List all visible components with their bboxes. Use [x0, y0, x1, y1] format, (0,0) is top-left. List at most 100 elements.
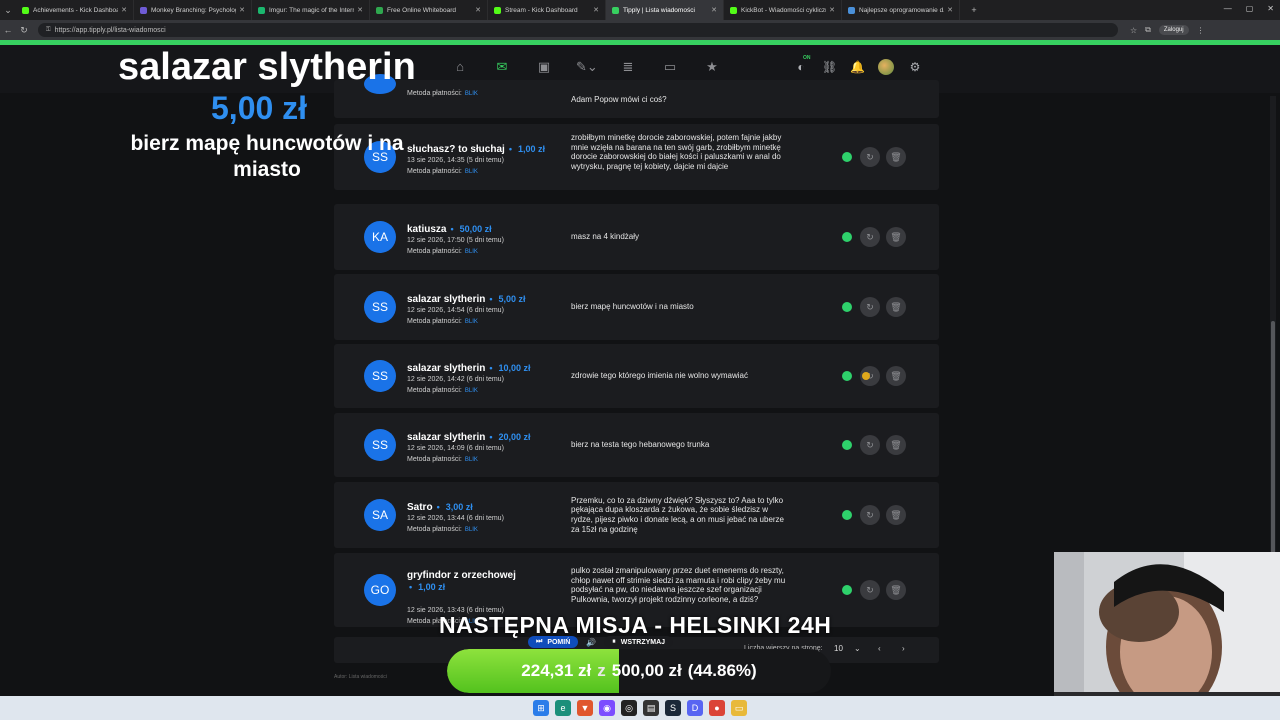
delete-button[interactable]: 🗑	[886, 580, 906, 600]
tab-close-icon[interactable]: ✕	[475, 6, 481, 14]
tab-close-icon[interactable]: ✕	[947, 6, 953, 14]
list-item: SS salazar slytherin • 10,00 zł 12 sie 2026,…	[334, 344, 939, 408]
user-avatar[interactable]	[878, 59, 894, 75]
obs-icon[interactable]: ◎	[621, 700, 637, 716]
message-text: masz na 4 kindżały	[571, 232, 640, 242]
browser-tab[interactable]: Monkey Branching: Psychologia Z...✕	[134, 0, 252, 20]
trash-icon: 🗑	[890, 301, 902, 312]
minimize-icon[interactable]: —	[1224, 4, 1232, 13]
replay-button[interactable]: ↻	[860, 297, 880, 317]
pause-button[interactable]: ⏸ WSTRZYMAJ	[604, 636, 674, 648]
tab-favicon-icon	[730, 6, 737, 14]
message-text: zdrowie tego którego imienia nie wolno w…	[571, 371, 748, 381]
wallet-icon[interactable]: ▣	[534, 59, 554, 75]
bookmark-star-icon[interactable]: ☆	[1130, 26, 1137, 35]
status-indicator	[842, 232, 852, 242]
messages-icon[interactable]: ✉	[492, 59, 512, 75]
goal-percent: (44.86%)	[687, 661, 757, 680]
delete-button[interactable]: 🗑	[886, 366, 906, 386]
next-page-icon[interactable]: ›	[902, 644, 905, 653]
reload-icon[interactable]: ↻	[16, 25, 32, 36]
tab-close-icon[interactable]: ✕	[121, 6, 127, 14]
tab-close-icon[interactable]: ✕	[593, 6, 599, 14]
tab-favicon-icon	[258, 6, 265, 14]
theme-toggle-icon[interactable]: ◐ ON	[794, 55, 810, 74]
trash-icon: 🗑	[890, 370, 902, 381]
donor-name: salazar slytherin • 20,00 zł	[407, 432, 531, 443]
message-text: Przemku, co to za dziwny dźwięk? Słyszys…	[571, 495, 785, 534]
volume-icon[interactable]: 🔊	[582, 638, 600, 647]
site-info-icon[interactable]: ⚿	[46, 27, 51, 34]
edge-icon[interactable]: e	[555, 700, 571, 716]
tab-close-icon[interactable]: ✕	[829, 6, 835, 14]
terminal-icon[interactable]: ▤	[643, 700, 659, 716]
brave-icon[interactable]: ▼	[577, 700, 593, 716]
list-item: SS salazar slytherin • 20,00 zł 12 sie 2026,…	[334, 413, 939, 477]
webcam-image	[1054, 552, 1280, 720]
status-indicator	[842, 302, 852, 312]
browser-tab[interactable]: KickBot - Wiadomości cykliczne ✕	[724, 0, 842, 20]
prev-page-icon[interactable]: ‹	[878, 644, 881, 653]
delete-button[interactable]: 🗑	[886, 297, 906, 317]
edit-menu-icon[interactable]: ✎⌄	[576, 59, 598, 75]
gear-icon[interactable]: ⚙	[908, 60, 922, 74]
close-window-icon[interactable]: ✕	[1267, 4, 1274, 13]
delete-button[interactable]: 🗑	[886, 505, 906, 525]
window-icon[interactable]: ▭	[660, 59, 680, 75]
goal-separator: z	[597, 661, 606, 680]
chrome-icon[interactable]: ●	[709, 700, 725, 716]
browser-tab[interactable]: Free Online Whiteboard ✕	[370, 0, 488, 20]
browser-tab[interactable]: Stream - Kick Dashboard ✕	[488, 0, 606, 20]
browser-menu-icon[interactable]: ⋮	[1197, 26, 1205, 35]
tab-close-icon[interactable]: ✕	[711, 6, 717, 14]
folder-icon[interactable]: ▭	[731, 700, 747, 716]
discord-icon[interactable]: D	[687, 700, 703, 716]
donation-date: 12 sie 2026, 13:44 (6 dni temu)	[407, 515, 504, 522]
tab-close-icon[interactable]: ✕	[239, 6, 245, 14]
replay-button[interactable]: ↻	[860, 227, 880, 247]
alert-controls: ⏭ POMIŃ 🔊 ⏸ WSTRZYMAJ	[528, 636, 674, 648]
replay-button[interactable]: ↻	[860, 435, 880, 455]
extensions-icon[interactable]: ⧉	[1145, 25, 1151, 35]
avatar: GO	[364, 574, 396, 606]
replay-button[interactable]: ↻	[860, 580, 880, 600]
browser-tab[interactable]: Najlepsze oprogramowanie d... ✕	[842, 0, 960, 20]
pause-icon: ⏸	[612, 638, 616, 645]
list-icon[interactable]: ≣	[618, 59, 638, 75]
rows-per-page-select[interactable]: 10	[834, 644, 843, 653]
payment-method: Metoda płatności: BLIK	[407, 387, 478, 394]
delete-button[interactable]: 🗑	[886, 147, 906, 167]
delete-button[interactable]: 🗑	[886, 227, 906, 247]
browser-tab[interactable]: Imgur: The magic of the Internet ✕	[252, 0, 370, 20]
app-icon[interactable]: ◉	[599, 700, 615, 716]
tab-menu-icon[interactable]: ⌄	[0, 5, 16, 16]
replay-button[interactable]: ↻	[860, 505, 880, 525]
chevron-down-icon[interactable]: ⌄	[854, 644, 861, 653]
skip-button[interactable]: ⏭ POMIŃ	[528, 636, 579, 648]
delete-button[interactable]: 🗑	[886, 435, 906, 455]
os-taskbar: ⊞ e ▼ ◉ ◎ ▤ S D ● ▭	[0, 696, 1280, 720]
tab-close-icon[interactable]: ✕	[357, 6, 363, 14]
back-icon[interactable]: ←	[0, 25, 16, 35]
replay-button[interactable]: ↻	[860, 147, 880, 167]
status-indicator	[842, 371, 852, 381]
browser-tab[interactable]: Achievements - Kick Dashboard ✕	[16, 0, 134, 20]
browser-tab[interactable]: Tipply | Lista wiadomości ✕	[606, 0, 724, 20]
new-tab-button[interactable]: +	[966, 5, 982, 15]
trash-icon: 🗑	[890, 584, 902, 595]
star-icon[interactable]: ★	[702, 59, 722, 75]
login-button[interactable]: Zaloguj	[1158, 25, 1189, 35]
home-icon[interactable]: ⌂	[450, 59, 470, 75]
donation-amount: 50,00 zł	[459, 224, 492, 234]
steam-icon[interactable]: S	[665, 700, 681, 716]
donor-name: salazar slytherin • 5,00 zł	[407, 294, 526, 305]
bell-icon[interactable]: 🔔	[850, 60, 865, 74]
message-text: bierz na testa tego hebanowego trunka	[571, 440, 710, 450]
status-indicator	[842, 440, 852, 450]
maximize-icon[interactable]: ▢	[1246, 4, 1254, 13]
link-icon[interactable]: ⛓	[822, 60, 837, 74]
url-field[interactable]: ⚿ https://app.tipply.pl/lista-wiadomosci	[38, 23, 1118, 37]
mouse-cursor	[862, 372, 870, 380]
start-icon[interactable]: ⊞	[533, 700, 549, 716]
avatar: SS	[364, 360, 396, 392]
